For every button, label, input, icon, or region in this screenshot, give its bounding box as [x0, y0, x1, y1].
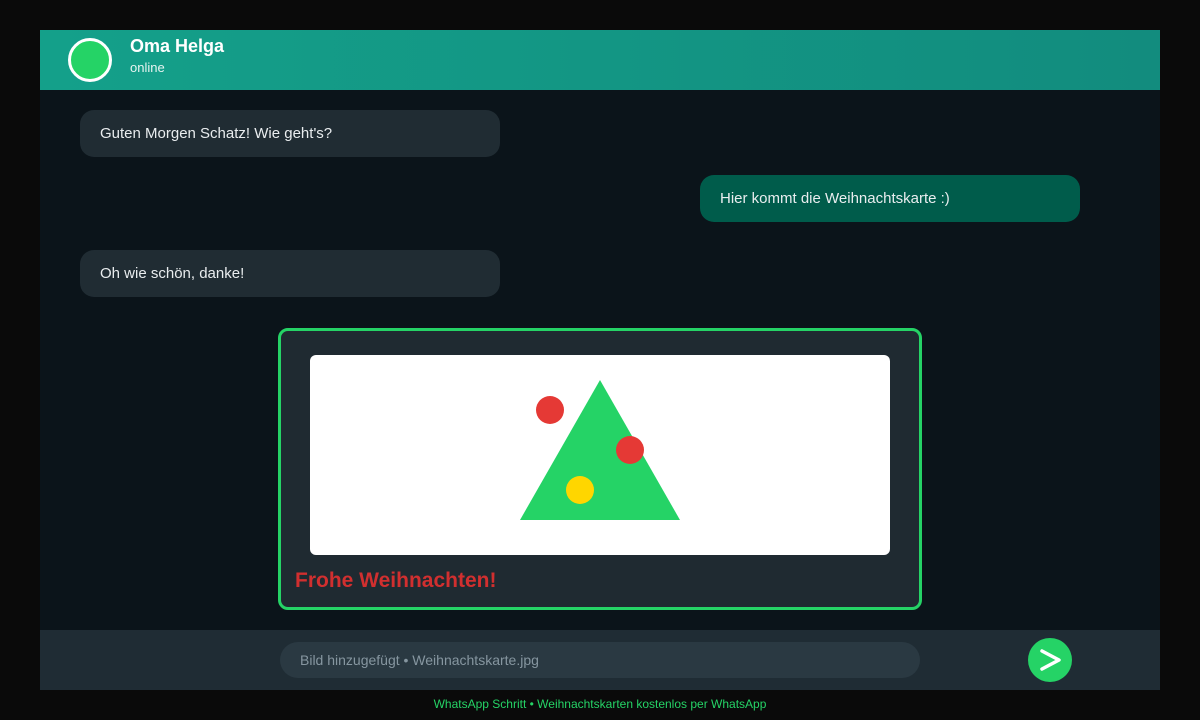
christmas-tree-icon	[520, 380, 680, 520]
composer-bar: Bild hinzugefügt • Weihnachtskarte.jpg	[40, 630, 1160, 690]
send-icon	[1040, 649, 1061, 671]
chat-header: Oma Helga online	[40, 30, 1160, 90]
contact-avatar[interactable]	[68, 38, 112, 82]
page-caption: WhatsApp Schritt • Weihnachtskarten kost…	[433, 697, 767, 711]
message-incoming[interactable]: Guten Morgen Schatz! Wie geht's?	[80, 110, 500, 157]
message-input[interactable]: Bild hinzugefügt • Weihnachtskarte.jpg	[280, 642, 920, 678]
send-button[interactable]	[1028, 638, 1072, 682]
contact-name[interactable]: Oma Helga	[130, 36, 224, 57]
card-greeting: Frohe Weihnachten!	[295, 569, 497, 592]
christmas-card-image[interactable]	[310, 355, 890, 555]
christmas-card-message[interactable]: Frohe Weihnachten!	[278, 328, 922, 610]
chat-window: Oma Helga online Guten Morgen Schatz! Wi…	[40, 30, 1160, 690]
ornament-yellow	[566, 476, 594, 504]
message-outgoing[interactable]: Hier kommt die Weihnachtskarte :)	[700, 175, 1080, 222]
ornament-red	[616, 436, 644, 464]
contact-status: online	[130, 60, 165, 75]
ornament-red	[536, 396, 564, 424]
message-incoming[interactable]: Oh wie schön, danke!	[80, 250, 500, 297]
